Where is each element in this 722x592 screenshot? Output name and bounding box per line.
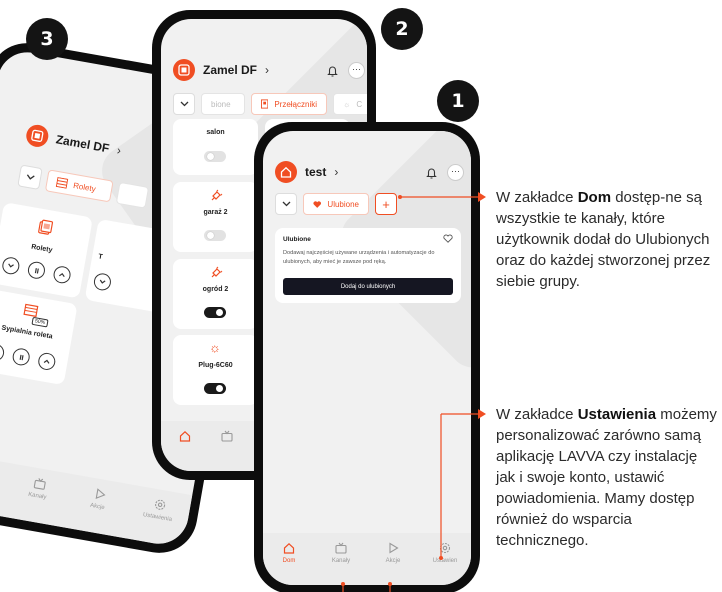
connector-settings (342, 409, 486, 592)
connector-dom (400, 192, 486, 202)
callout-text: możemy personalizować zarówno samą aplik… (496, 406, 717, 549)
connector-dot (398, 195, 402, 199)
connector-dot (341, 582, 345, 586)
callout-settings: W zakładce Ustawienia możemy personalizo… (496, 404, 718, 551)
callout-dom: W zakładce Dom dostęp-ne są wszystkie te… (496, 187, 718, 292)
callout-bold: Dom (577, 189, 612, 206)
callout-bold: Ustawienia (577, 406, 657, 423)
callout-text: W zakładce (496, 189, 578, 206)
connector-dot (439, 556, 443, 560)
connector-dot (388, 582, 392, 586)
callout-text: W zakładce (496, 406, 578, 423)
